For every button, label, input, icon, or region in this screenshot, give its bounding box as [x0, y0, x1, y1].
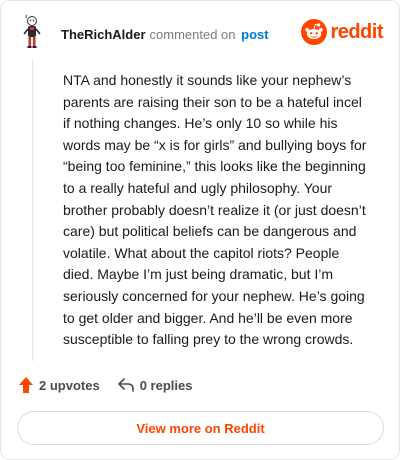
comment-line: if nothing changes. He’s only 10 so whil…: [63, 115, 338, 132]
comment-line: words may be “x is for girls” and bullyi…: [63, 136, 367, 153]
comment-line: to get older and bigger. And he’ll be ev…: [63, 309, 353, 326]
comment-line: volatile. What about the capitol riots? …: [63, 244, 340, 261]
comment-body: NTA and honestly it sounds like your nep…: [63, 70, 385, 351]
reply-arrow-icon: [117, 378, 134, 392]
comment-line: care) but political beliefs can be dange…: [63, 223, 357, 240]
comment-line: susceptible to falling prey to the wrong…: [63, 331, 354, 348]
upvote-icon-wrap: [19, 377, 33, 393]
replies-button[interactable]: 0 replies: [117, 377, 193, 393]
comment-attribution: TheRichAlder commented on post: [61, 27, 269, 42]
comment-line: parents are raising their son to be a ha…: [63, 93, 362, 110]
thread-line: [32, 59, 33, 361]
upvote-count: 2 upvotes: [39, 377, 100, 393]
comment-actions: 2 upvotes 0 replies: [19, 377, 192, 393]
upvote-button[interactable]: 2 upvotes: [19, 377, 100, 393]
comment-line: “being too feminine,” this looks like th…: [63, 158, 366, 175]
comment-line: NTA and honestly it sounds like your nep…: [63, 72, 352, 88]
comment-header: TheRichAlder commented on post reddit: [17, 15, 383, 55]
user-avatar[interactable]: [21, 15, 43, 49]
embedded-comment-card: TheRichAlder commented on post reddit NTA…: [0, 0, 400, 460]
comment-line: to a really hateful and ugly philosophy.…: [63, 179, 333, 196]
view-more-button[interactable]: View more on Reddit: [17, 411, 384, 445]
reddit-snoo-icon: [301, 19, 328, 45]
reddit-brand[interactable]: reddit: [301, 19, 383, 45]
attribution-text: commented on: [149, 27, 236, 42]
reddit-wordmark: reddit: [330, 20, 383, 43]
reply-count: 0 replies: [139, 377, 193, 393]
post-link[interactable]: post: [241, 27, 268, 42]
reply-icon-wrap: [117, 378, 134, 392]
upvote-arrow-icon: [19, 377, 33, 393]
comment-line: seriously concerned for your nephew. He’…: [63, 287, 365, 304]
username-link[interactable]: TheRichAlder: [61, 27, 146, 42]
comment-line: died. Maybe I’m just being dramatic, but…: [63, 266, 334, 283]
comment-line: brother probably doesn’t realize it (or …: [63, 201, 366, 218]
